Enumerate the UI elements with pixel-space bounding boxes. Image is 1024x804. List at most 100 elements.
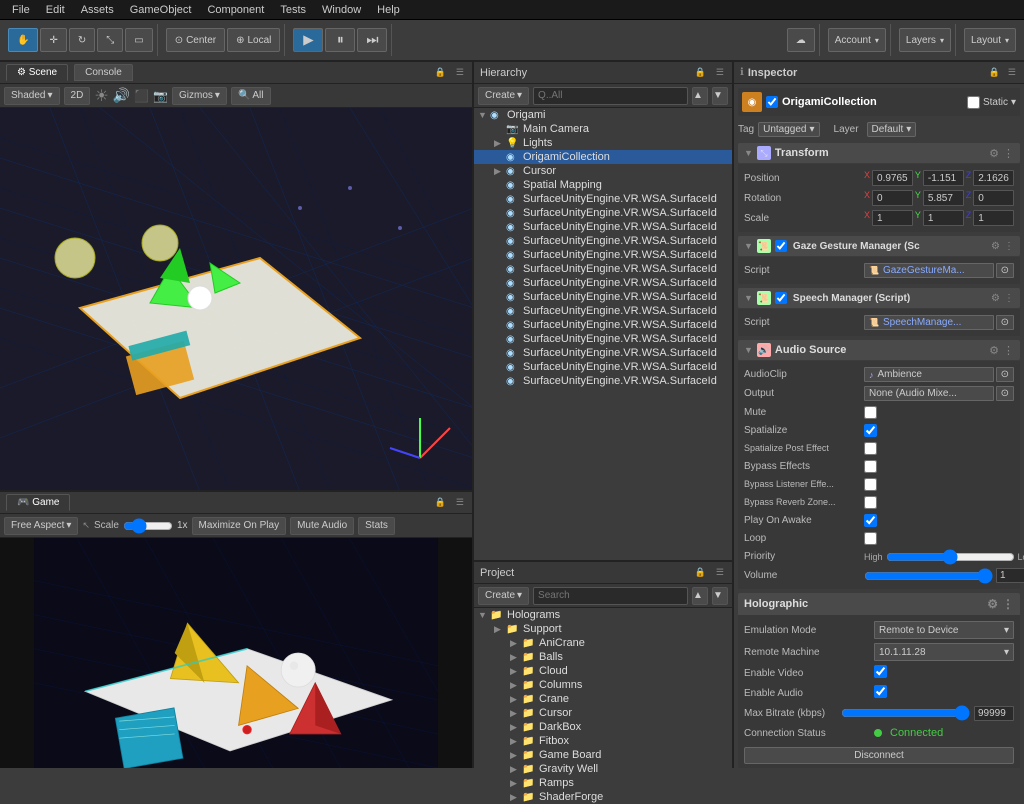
audioclip-circle-btn[interactable]: ⊙ <box>996 367 1014 382</box>
speech-settings-icon[interactable]: ⚙ <box>991 293 1000 304</box>
volume-slider[interactable] <box>864 570 993 582</box>
move-tool[interactable]: ✛ <box>40 28 66 52</box>
scale-x[interactable] <box>872 210 913 226</box>
hierarchy-item-surface-3[interactable]: ◉ SurfaceUnityEngine.VR.WSA.SurfaceId <box>474 220 732 234</box>
hierarchy-item-lights[interactable]: ▶ 💡 Lights <box>474 136 732 150</box>
hierarchy-item-main-camera[interactable]: 📷 Main Camera <box>474 122 732 136</box>
hierarchy-item-surface-8[interactable]: ◉ SurfaceUnityEngine.VR.WSA.SurfaceId <box>474 290 732 304</box>
holo-settings-icon[interactable]: ⚙ <box>987 597 998 611</box>
transform-more-icon[interactable]: ⋮ <box>1003 147 1014 160</box>
play-button[interactable]: ▶ <box>293 28 323 52</box>
rotation-y[interactable] <box>923 190 964 206</box>
project-up-btn[interactable]: ▲ <box>692 587 708 605</box>
hierarchy-scroll-up[interactable]: ▲ <box>692 87 708 105</box>
play-on-awake-checkbox[interactable] <box>864 514 877 527</box>
project-item-holograms[interactable]: ▼ 📁 Holograms <box>474 608 732 622</box>
speech-script-circle-btn[interactable]: ⊙ <box>996 315 1014 330</box>
aspect-dropdown[interactable]: Free Aspect▾ <box>4 517 78 535</box>
sound-icon[interactable]: 🔊 <box>113 87 130 104</box>
gaze-more-icon[interactable]: ⋮ <box>1004 241 1014 252</box>
speech-enable-checkbox[interactable] <box>775 292 787 304</box>
layer-dropdown[interactable]: Default ▾ <box>867 122 917 137</box>
menu-edit[interactable]: Edit <box>38 2 73 18</box>
position-z[interactable]: 2.1626 <box>973 170 1014 186</box>
tag-dropdown[interactable]: Untagged ▾ <box>758 122 819 137</box>
project-search[interactable] <box>533 587 688 605</box>
effects-icon[interactable]: ⬛ <box>134 89 149 103</box>
tab-game[interactable]: 🎮 Game <box>6 494 70 511</box>
position-x[interactable]: 0.9765 <box>872 170 913 186</box>
hierarchy-item-spatial[interactable]: ◉ Spatial Mapping <box>474 178 732 192</box>
project-item-support[interactable]: ▶ 📁 Support <box>474 622 732 636</box>
light-icon[interactable]: ☀ <box>94 86 108 106</box>
all-filter[interactable]: 🔍 All <box>231 87 271 105</box>
menu-gameobject[interactable]: GameObject <box>122 2 200 18</box>
hierarchy-item-surface-9[interactable]: ◉ SurfaceUnityEngine.VR.WSA.SurfaceId <box>474 304 732 318</box>
gaze-script-field[interactable]: 📜 GazeGestureMa... <box>864 263 994 278</box>
output-field[interactable]: None (Audio Mixe... <box>864 386 994 401</box>
game-menu-icon[interactable]: ☰ <box>454 495 466 510</box>
layout-dropdown[interactable]: Layout <box>964 28 1016 52</box>
transform-header[interactable]: ▼ ⤡ Transform ⚙ ⋮ <box>738 143 1020 163</box>
rotation-x[interactable] <box>872 190 913 206</box>
project-item-balls[interactable]: ▶ 📁 Balls <box>474 650 732 664</box>
holo-more-icon[interactable]: ⋮ <box>1002 597 1014 611</box>
menu-component[interactable]: Component <box>199 2 272 18</box>
bitrate-slider[interactable] <box>841 707 970 719</box>
speech-more-icon[interactable]: ⋮ <box>1004 293 1014 304</box>
static-dropdown-arrow[interactable]: ▾ <box>1011 97 1016 108</box>
remote-machine-dropdown[interactable]: 10.1.11.28 ▾ <box>874 643 1014 661</box>
project-item-cursor[interactable]: ▶ 📁 Cursor <box>474 706 732 720</box>
project-item-crane[interactable]: ▶ 📁 Crane <box>474 692 732 706</box>
hierarchy-create-btn[interactable]: Create▾ <box>478 87 529 105</box>
gaze-gesture-header[interactable]: ▼ 📜 Gaze Gesture Manager (Sc ⚙ ⋮ <box>738 236 1020 256</box>
hierarchy-scroll-down[interactable]: ▼ <box>712 87 728 105</box>
emulation-dropdown[interactable]: Remote to Device ▾ <box>874 621 1014 639</box>
rotate-tool[interactable]: ↻ <box>69 28 95 52</box>
menu-window[interactable]: Window <box>314 2 369 18</box>
hierarchy-item-surface-14[interactable]: ◉ SurfaceUnityEngine.VR.WSA.SurfaceId <box>474 374 732 388</box>
volume-input[interactable] <box>996 568 1024 583</box>
audio-settings-icon[interactable]: ⚙ <box>989 344 999 357</box>
scale-tool[interactable]: ⤡ <box>97 28 123 52</box>
holographic-header[interactable]: Holographic ⚙ ⋮ <box>738 593 1020 615</box>
project-item-cloud[interactable]: ▶ 📁 Cloud <box>474 664 732 678</box>
tab-scene[interactable]: ⚙ Scene <box>6 64 68 81</box>
menu-help[interactable]: Help <box>369 2 408 18</box>
project-item-shaderforge[interactable]: ▶ 📁 ShaderForge <box>474 790 732 804</box>
inspector-menu[interactable]: ☰ <box>1006 65 1018 80</box>
menu-assets[interactable]: Assets <box>73 2 122 18</box>
gaze-enable-checkbox[interactable] <box>775 240 787 252</box>
project-item-ramps[interactable]: ▶ 📁 Ramps <box>474 776 732 790</box>
project-item-darkbox[interactable]: ▶ 📁 DarkBox <box>474 720 732 734</box>
menu-tests[interactable]: Tests <box>272 2 314 18</box>
menu-file[interactable]: File <box>4 2 38 18</box>
cloud-button[interactable]: ☁ <box>787 28 815 52</box>
project-item-gameboard[interactable]: ▶ 📁 Game Board <box>474 748 732 762</box>
obj-name-field[interactable]: OrigamiCollection <box>782 96 963 108</box>
hierarchy-item-origami-collection[interactable]: ◉ OrigamiCollection <box>474 150 732 164</box>
hierarchy-item-surface-7[interactable]: ◉ SurfaceUnityEngine.VR.WSA.SurfaceId <box>474 276 732 290</box>
loop-checkbox[interactable] <box>864 532 877 545</box>
spatialize-checkbox[interactable] <box>864 424 877 437</box>
step-button[interactable]: ⏭ <box>357 28 387 52</box>
hierarchy-item-cursor[interactable]: ▶ ◉ Cursor <box>474 164 732 178</box>
bypass-reverb-checkbox[interactable] <box>864 496 877 509</box>
disconnect-button[interactable]: Disconnect <box>744 747 1014 764</box>
account-dropdown[interactable]: Account <box>828 28 886 52</box>
hierarchy-item-surface-4[interactable]: ◉ SurfaceUnityEngine.VR.WSA.SurfaceId <box>474 234 732 248</box>
hierarchy-item-surface-5[interactable]: ◉ SurfaceUnityEngine.VR.WSA.SurfaceId <box>474 248 732 262</box>
project-item-gravitywell[interactable]: ▶ 📁 Gravity Well <box>474 762 732 776</box>
hierarchy-item-surface-12[interactable]: ◉ SurfaceUnityEngine.VR.WSA.SurfaceId <box>474 346 732 360</box>
stats-btn[interactable]: Stats <box>358 517 395 535</box>
audio-more-icon[interactable]: ⋮ <box>1003 344 1014 357</box>
center-button[interactable]: ⊙ Center <box>166 28 225 52</box>
audioclip-field[interactable]: ♪ Ambience <box>864 367 994 382</box>
project-lock[interactable]: 🔒 <box>693 565 708 580</box>
hierarchy-item-surface-11[interactable]: ◉ SurfaceUnityEngine.VR.WSA.SurfaceId <box>474 332 732 346</box>
scale-z[interactable] <box>973 210 1014 226</box>
scale-y[interactable] <box>923 210 964 226</box>
layers-dropdown[interactable]: Layers <box>899 28 951 52</box>
gaze-settings-icon[interactable]: ⚙ <box>991 241 1000 252</box>
transform-settings-icon[interactable]: ⚙ <box>989 147 999 160</box>
